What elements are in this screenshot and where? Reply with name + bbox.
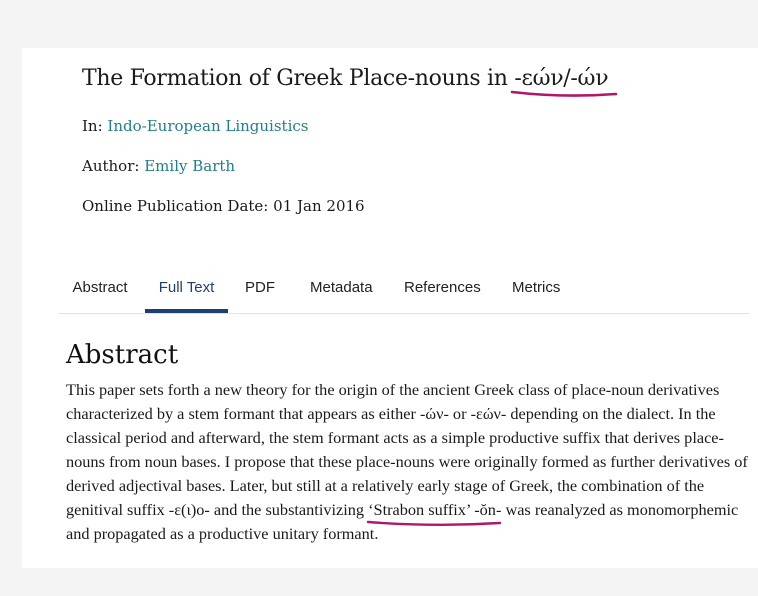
abstract-body: This paper sets forth a new theory for t…: [66, 378, 750, 546]
annotation-underline: [366, 520, 502, 526]
strabon-suffix-highlight: ‘Strabon suffix’ -ŏn-: [366, 498, 501, 526]
tab-metrics[interactable]: Metrics: [512, 268, 560, 311]
tab-metadata[interactable]: Metadata: [310, 268, 373, 311]
title-text: The Formation of Greek Place-nouns in: [82, 66, 508, 91]
article-tabs: Abstract Full Text PDF Metadata Referenc…: [58, 268, 750, 314]
publication-date-label: Online Publication Date:: [82, 197, 269, 215]
journal-line: In: Indo-European Linguistics: [82, 117, 308, 135]
author-label: Author:: [82, 157, 140, 175]
tab-full-text[interactable]: Full Text: [145, 269, 228, 313]
author-line: Author: Emily Barth: [82, 157, 235, 175]
abstract-heading: Abstract: [66, 340, 179, 370]
author-link[interactable]: Emily Barth: [144, 157, 235, 175]
journal-link[interactable]: Indo-European Linguistics: [107, 117, 308, 135]
article-page: The Formation of Greek Place-nouns in -ε…: [22, 48, 758, 568]
tab-abstract[interactable]: Abstract: [72, 268, 128, 311]
annotation-underline: [511, 90, 618, 97]
tab-pdf[interactable]: PDF: [244, 268, 276, 311]
journal-label: In:: [82, 117, 103, 135]
publication-date-value: 01 Jan 2016: [273, 197, 365, 215]
title-greek-suffix: -εών/-ών: [511, 66, 618, 97]
publication-date-line: Online Publication Date: 01 Jan 2016: [82, 197, 365, 215]
tab-references[interactable]: References: [404, 268, 481, 311]
article-title: The Formation of Greek Place-nouns in -ε…: [82, 66, 618, 97]
